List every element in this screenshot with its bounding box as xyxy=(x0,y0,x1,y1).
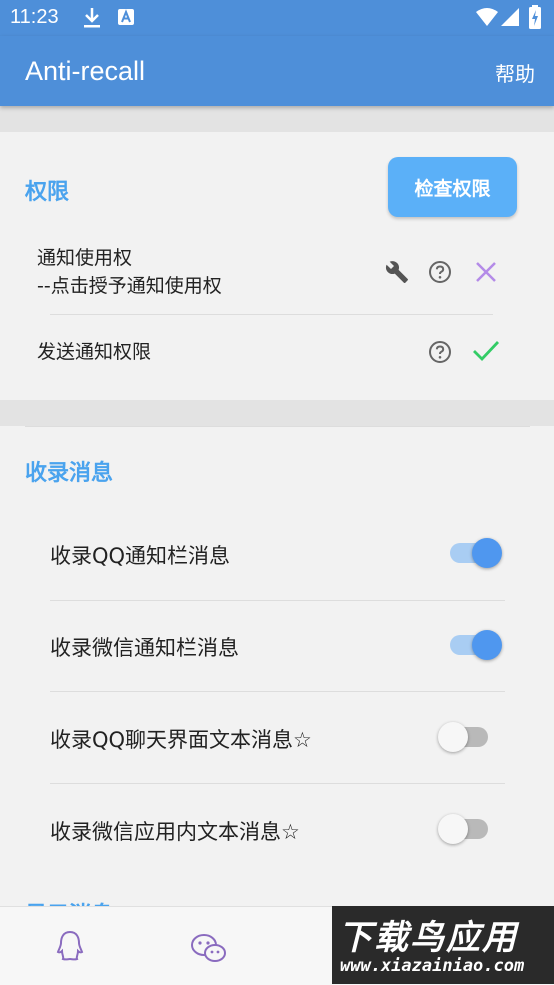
divider xyxy=(50,600,505,601)
toggle-wechat-notification-switch[interactable] xyxy=(450,630,502,660)
wifi-icon xyxy=(476,8,498,30)
wechat-icon[interactable] xyxy=(190,933,228,969)
app-bar: Anti-recall 帮助 xyxy=(0,36,554,106)
toggle-wechat-notification-label: 收录微信通知栏消息 xyxy=(50,636,239,660)
toggle-qq-chat-text-switch[interactable] xyxy=(438,722,490,752)
download-icon xyxy=(83,7,101,33)
notification-access-hint: --点击授予通知使用权 xyxy=(37,275,222,297)
qq-icon[interactable] xyxy=(55,929,85,967)
help-circle-icon[interactable] xyxy=(428,340,452,368)
battery-charging-icon xyxy=(529,5,541,33)
toggle-wechat-in-app-text-label: 收录微信应用内文本消息☆ xyxy=(50,820,300,844)
help-circle-icon[interactable] xyxy=(428,260,452,288)
toggle-qq-notification-switch[interactable] xyxy=(450,538,502,568)
section-gap xyxy=(0,400,554,426)
section-gap xyxy=(0,106,554,132)
record-messages-section-title: 收录消息 xyxy=(25,461,114,486)
watermark-url: www.xiazainiao.com xyxy=(340,956,525,976)
status-bar: 11:23 xyxy=(0,0,554,36)
not-granted-icon xyxy=(474,260,498,288)
permissions-section-title: 权限 xyxy=(25,180,70,205)
divider xyxy=(25,426,530,427)
notification-access-item[interactable]: 通知使用权 --点击授予通知使用权 xyxy=(37,244,222,300)
help-button[interactable]: 帮助 xyxy=(495,58,535,87)
wrench-icon[interactable] xyxy=(385,260,409,288)
divider xyxy=(50,691,505,692)
check-permissions-button[interactable]: 检查权限 xyxy=(388,157,517,217)
granted-check-icon xyxy=(472,339,500,367)
divider xyxy=(50,783,505,784)
notification-access-label: 通知使用权 xyxy=(37,247,133,269)
toggle-qq-notification-label: 收录QQ通知栏消息 xyxy=(50,544,231,568)
send-notification-permission-label[interactable]: 发送通知权限 xyxy=(37,338,151,366)
signal-icon xyxy=(501,8,519,30)
watermark: 下载鸟应用 www.xiazainiao.com xyxy=(332,906,554,984)
divider xyxy=(50,314,493,315)
app-store-icon xyxy=(117,7,135,31)
toggle-qq-chat-text-label: 收录QQ聊天界面文本消息☆ xyxy=(50,728,312,752)
watermark-main: 下载鸟应用 xyxy=(338,918,518,958)
toggle-wechat-in-app-text-switch[interactable] xyxy=(438,814,490,844)
status-time: 11:23 xyxy=(10,6,59,28)
app-title: Anti-recall xyxy=(25,56,146,86)
